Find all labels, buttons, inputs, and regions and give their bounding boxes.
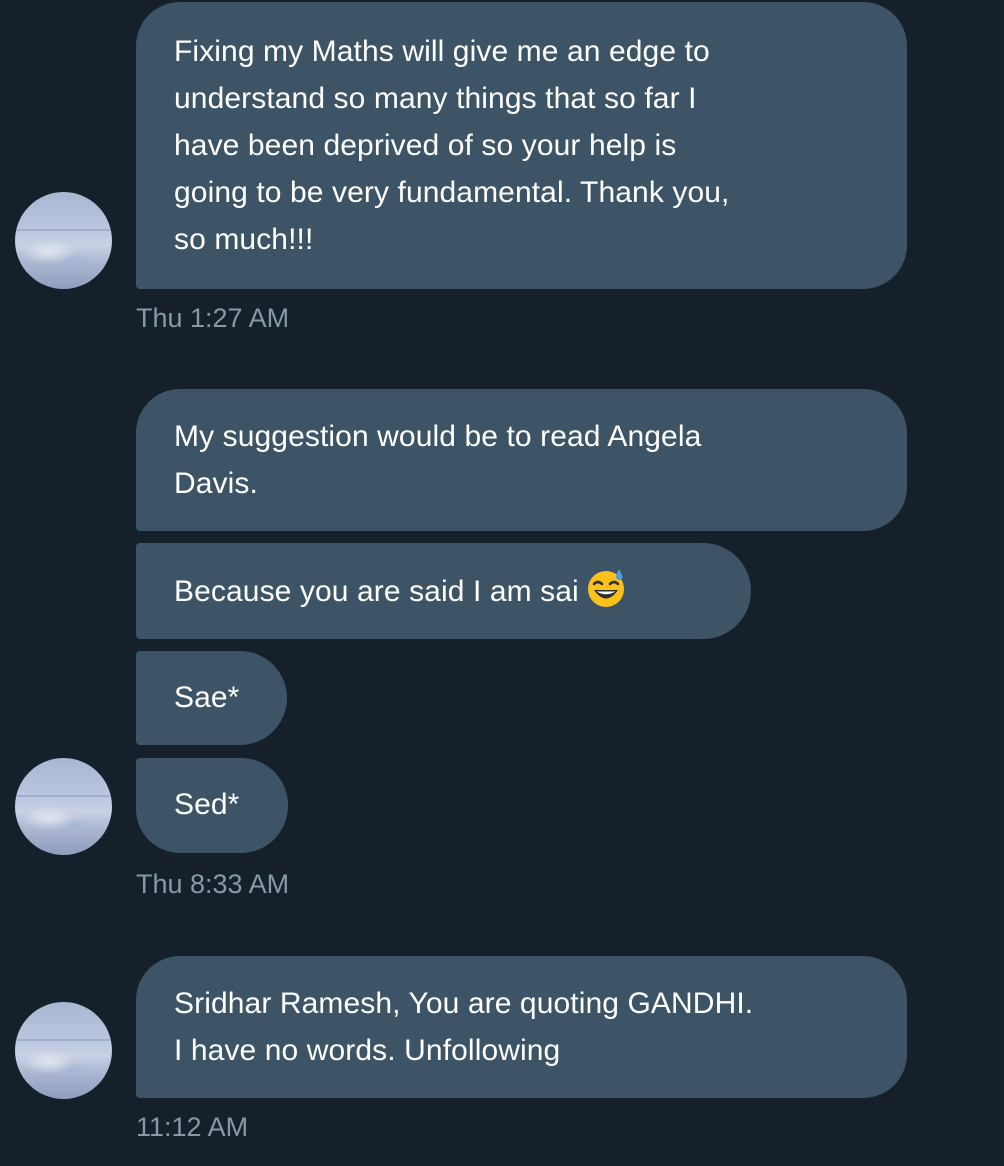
message-line: Because you are said I am sai	[174, 567, 713, 615]
message-line: going to be very fundamental. Thank you,	[174, 176, 730, 209]
message-line: have been deprived of so your help is	[174, 129, 677, 162]
message-line: Sridhar Ramesh, You are quoting GANDHI.	[174, 987, 754, 1020]
message-bubble[interactable]: Because you are said I am sai	[136, 543, 751, 639]
message-line: understand so many things that so far I	[174, 82, 697, 115]
message-line: Fixing my Maths will give me an edge to	[174, 35, 710, 68]
message-text: Because you are said I am sai	[174, 575, 579, 608]
message-line: so much!!!	[174, 223, 314, 256]
message-bubble[interactable]: Sae*	[136, 651, 287, 745]
grinning-face-with-sweat-icon	[587, 569, 624, 607]
message-timestamp: Thu 8:33 AM	[136, 869, 290, 899]
message-line: Sae*	[174, 681, 240, 714]
avatar[interactable]	[15, 1002, 112, 1099]
avatar[interactable]	[15, 192, 112, 289]
message-bubble[interactable]: My suggestion would be to read Angela Da…	[136, 389, 907, 531]
message-timestamp: Thu 1:27 AM	[136, 303, 290, 333]
message-timestamp: 11:12 AM	[136, 1112, 249, 1142]
message-line: My suggestion would be to read Angela	[174, 420, 702, 453]
message-line: Sed*	[174, 788, 240, 821]
message-bubble[interactable]: Sed*	[136, 758, 288, 853]
message-bubble[interactable]: Sridhar Ramesh, You are quoting GANDHI. …	[136, 956, 907, 1098]
message-bubble[interactable]: Fixing my Maths will give me an edge to …	[136, 2, 907, 289]
avatar[interactable]	[15, 758, 112, 855]
message-line: Davis.	[174, 467, 258, 500]
message-line: I have no words. Unfollowing	[174, 1034, 561, 1067]
